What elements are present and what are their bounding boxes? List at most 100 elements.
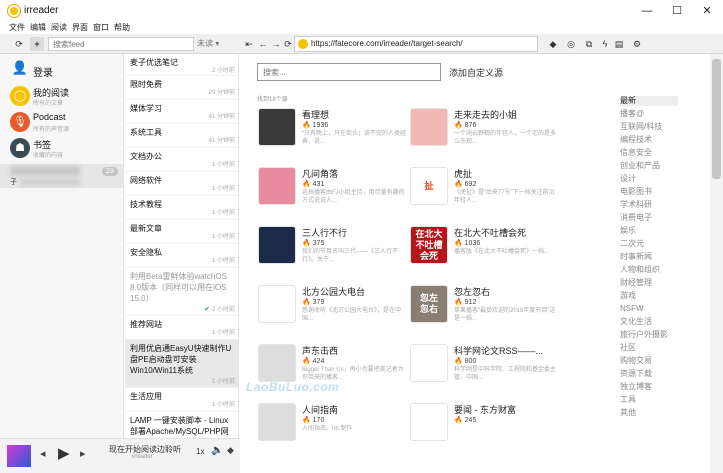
menu-read[interactable]: 阅读 xyxy=(51,22,67,34)
source-card[interactable]: 在北大 不吐槽 会死 在北大不吐槽会死 🔥 1036 播客版《在北大不吐槽会死》一档.… xyxy=(410,226,560,274)
category-item[interactable]: 编程技术 xyxy=(620,135,678,145)
volume-icon[interactable]: 🔈 xyxy=(211,445,223,456)
category-item[interactable]: 其他 xyxy=(620,408,678,418)
article-time: 1 小时前 xyxy=(211,258,235,264)
next-icon[interactable]: ▸ xyxy=(80,447,86,460)
feed-search-input[interactable] xyxy=(48,37,194,51)
article-row[interactable]: 安全隐私 1 小时前 xyxy=(125,244,238,268)
source-name: 凡间角落 xyxy=(302,169,339,179)
article-row[interactable]: 利用Beta雷鲜体验watchOS 8.0版本（同样可以用在iOS 15.0） ✔… xyxy=(125,268,238,316)
category-item[interactable]: 消费电子 xyxy=(620,213,678,223)
source-card[interactable]: 人间指南 🔥 170 人间指南。hb 制作 xyxy=(258,403,408,451)
maximize-button[interactable]: ☐ xyxy=(662,2,692,20)
source-search-input[interactable] xyxy=(257,63,441,81)
category-item[interactable]: 信息安全 xyxy=(620,148,678,158)
scrollbar-thumb[interactable] xyxy=(712,59,721,179)
category-item[interactable]: 创业和产品 xyxy=(620,161,678,171)
category-item[interactable]: 资源下载 xyxy=(620,369,678,379)
category-item[interactable]: 学术科研 xyxy=(620,200,678,210)
category-item[interactable]: 设计 xyxy=(620,174,678,184)
source-desc: 《虎扯》是“后来77号”下一档关注前沿年轻人... xyxy=(454,190,555,204)
category-item[interactable]: 互联网/科技 xyxy=(620,122,678,132)
category-item[interactable]: 娱乐 xyxy=(620,226,678,236)
add-feed-icon[interactable]: + xyxy=(30,37,44,51)
category-item[interactable]: 财经管理 xyxy=(620,278,678,288)
source-desc: 这档播客由FJ小组主持，用尽量有趣的方式说说人... xyxy=(302,190,405,204)
source-card[interactable]: 科学网论文RSS——... 🔥 800 科学网是中科学院、工程院和基金委主管、中国.… xyxy=(410,344,560,392)
source-card[interactable]: 凡间角落 🔥 431 这档播客由FJ小组主持，用尽量有趣的方式说说人... xyxy=(258,167,408,215)
open-in-browser-icon[interactable]: ⧉ xyxy=(582,37,596,51)
sidebar-item-bookmarks[interactable]: ☗ 书签 收藏的内容 xyxy=(0,136,124,162)
refresh-icon[interactable]: ⟳ xyxy=(12,37,26,51)
source-card[interactable]: 忽左 忽右 忽左忽右 🔥 912 草果播客“最受欢迎的2018年度节目”这是一档... xyxy=(410,285,560,333)
article-time: 1 小时前 xyxy=(211,210,235,216)
source-card[interactable]: 三人行不行 🔥 375 我们的节目名叫三代——《三人行不行》。关于... xyxy=(258,226,408,274)
article-row[interactable]: LAMP 一键安装脚本 - Linux部署Apache/MySQL/PHP网站运… xyxy=(125,412,238,438)
play-icon[interactable]: ▶ xyxy=(58,444,70,462)
playback-speed[interactable]: 1x xyxy=(196,447,204,456)
category-item[interactable]: 社区 xyxy=(620,343,678,353)
sidebar-item-podcast[interactable]: 🎙 Podcast 所有的声音源 xyxy=(0,110,124,136)
article-row[interactable]: 生活应用 1 小时前 xyxy=(125,388,238,412)
source-thumbnail xyxy=(258,167,296,205)
minimize-button[interactable]: — xyxy=(632,2,662,20)
menu-file[interactable]: 文件 xyxy=(9,22,25,34)
sidebar-item-my-reading[interactable]: ◯ 我的阅读 所有的文章 xyxy=(0,84,124,110)
category-item[interactable]: 工具 xyxy=(620,395,678,405)
source-card[interactable]: 看理想 🔥 1936 “只有晚上，只在街头；读不完的人类经典，说... xyxy=(258,108,408,156)
tag-icon[interactable]: ◆ xyxy=(546,37,560,51)
article-row[interactable]: 麦子优选笔记 2 小时前 xyxy=(125,54,238,76)
previous-icon[interactable]: ◂ xyxy=(40,447,46,460)
compass-icon[interactable]: ◎ xyxy=(564,37,578,51)
sidebar-item-feed[interactable]: 子 29 xyxy=(0,164,124,188)
menu-window[interactable]: 窗口 xyxy=(93,22,109,34)
source-card[interactable]: 要闻 - 东方财富 🔥 245 xyxy=(410,403,560,451)
category-item[interactable]: 人物和组织 xyxy=(620,265,678,275)
menu-edit[interactable]: 编辑 xyxy=(30,22,46,34)
article-time: 41 分钟前 xyxy=(208,138,235,144)
close-button[interactable]: ✕ xyxy=(692,2,722,20)
tag-playlist-icon[interactable]: ◆ xyxy=(227,445,234,456)
article-row[interactable]: 网络软件 1 小时前 xyxy=(125,172,238,196)
category-item[interactable]: 播客@ xyxy=(620,109,678,119)
reload-page-icon[interactable]: ⟳ xyxy=(281,37,295,51)
login-item[interactable]: 👤 登录 xyxy=(0,58,124,80)
source-desc: 播客版《在北大不吐槽会死》一档... xyxy=(454,249,550,255)
source-stat: 🔥 800 xyxy=(454,358,477,365)
category-item[interactable]: 二次元 xyxy=(620,239,678,249)
category-item[interactable]: 游戏 xyxy=(620,291,678,301)
lightning-icon[interactable]: ϟ xyxy=(598,37,612,51)
category-item[interactable]: 购物交易 xyxy=(620,356,678,366)
read-filter-select[interactable]: 未读 ▾ xyxy=(197,37,241,51)
source-stat: 🔥 912 xyxy=(454,299,477,306)
url-field[interactable]: https://fatecore.com/irreader/target-sea… xyxy=(294,36,538,52)
category-item[interactable]: 时事新闻 xyxy=(620,252,678,262)
menu-view[interactable]: 界面 xyxy=(72,22,88,34)
back-to-top-icon[interactable]: ⇤ xyxy=(242,37,256,51)
menu-help[interactable]: 帮助 xyxy=(114,22,130,34)
article-row[interactable]: 最新文章 1 小时前 xyxy=(125,220,238,244)
settings-icon[interactable]: ⚙ xyxy=(630,37,644,51)
category-item[interactable]: 最新 xyxy=(620,96,678,106)
page-scrollbar[interactable] xyxy=(710,54,723,473)
article-row[interactable]: 推荐网站 1 小时前 xyxy=(125,316,238,340)
article-row[interactable]: 利用优启通EasyU快速制作U盘PE启动盘可安装Win10/Win11系统 1 小… xyxy=(125,340,238,388)
add-custom-source-link[interactable]: 添加自定义源 xyxy=(449,66,503,79)
category-item[interactable]: 旅行户外摄影 xyxy=(620,330,678,340)
article-row[interactable]: 文档办公 1 小时前 xyxy=(125,148,238,172)
source-card[interactable]: 走来走去的小姐 🔥 876 一个闲云野鹤的年轻人，一个宅的是多么乐观... xyxy=(410,108,560,156)
article-row[interactable]: 技术教程 1 小时前 xyxy=(125,196,238,220)
back-icon[interactable]: ← xyxy=(256,37,270,51)
article-row[interactable]: 媒体学习 41 分钟前 xyxy=(125,100,238,124)
source-desc: 我们的节目名叫三代——《三人行不行》。关于... xyxy=(302,249,399,263)
article-row[interactable]: 系统工具 41 分钟前 xyxy=(125,124,238,148)
article-row[interactable]: 限时免费 29 分钟前 xyxy=(125,76,238,100)
reader-mode-icon[interactable]: ▤ xyxy=(612,37,626,51)
article-time: 1 小时前 xyxy=(211,379,235,385)
source-card[interactable]: 北方公园大电台 🔥 379 感谢收听《北方公园大电台》，是在中国... xyxy=(258,285,408,333)
category-item[interactable]: 独立博客 xyxy=(620,382,678,392)
category-item[interactable]: NSFW xyxy=(620,304,678,314)
source-card[interactable]: 扯 虎扯 🔥 692 《虎扯》是“后来77号”下一档关注前沿年轻人... xyxy=(410,167,560,215)
category-item[interactable]: 文化生活 xyxy=(620,317,678,327)
category-item[interactable]: 电影图书 xyxy=(620,187,678,197)
